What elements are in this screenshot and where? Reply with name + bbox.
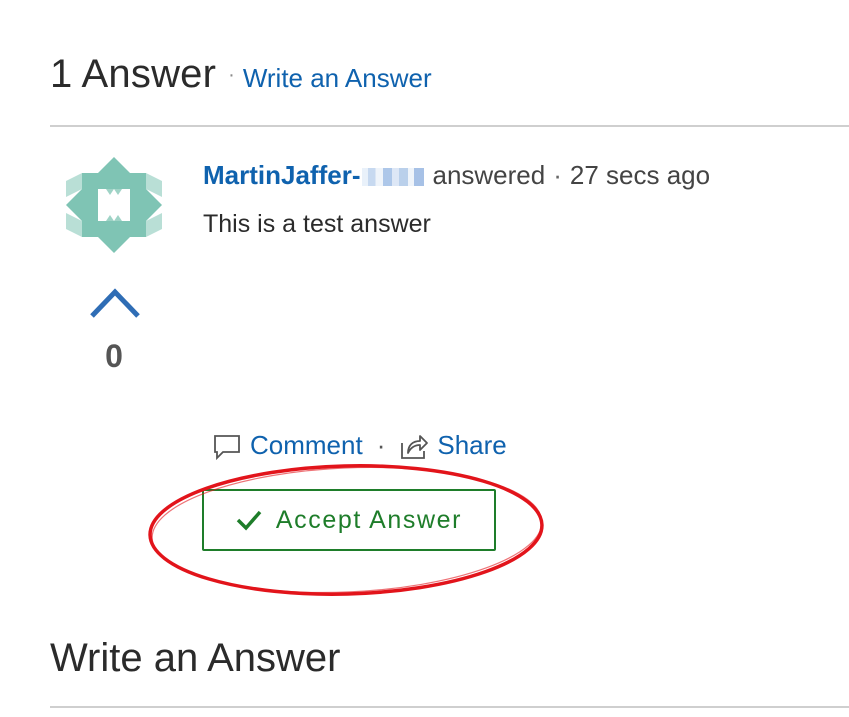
comment-icon[interactable] bbox=[212, 431, 242, 461]
avatar[interactable] bbox=[66, 157, 162, 253]
answered-label: answered bbox=[432, 160, 546, 190]
share-link[interactable]: Share bbox=[437, 430, 506, 461]
meta-separator: · bbox=[553, 160, 562, 190]
header-separator: · bbox=[228, 64, 235, 86]
upvote-chevron-icon[interactable] bbox=[89, 286, 141, 320]
share-icon[interactable] bbox=[399, 431, 429, 461]
write-answer-link[interactable]: Write an Answer bbox=[243, 63, 432, 94]
checkmark-icon bbox=[236, 510, 262, 531]
answers-count-heading: 1 Answer bbox=[50, 52, 217, 96]
accept-answer-label: Accept Answer bbox=[275, 505, 463, 534]
author-name-redacted bbox=[362, 167, 425, 186]
answers-header: 1 Answer · Write an Answer bbox=[50, 52, 432, 97]
author-name-link[interactable]: MartinJaffer- bbox=[203, 160, 360, 191]
write-section-divider bbox=[50, 706, 849, 708]
comment-link[interactable]: Comment bbox=[250, 430, 363, 461]
answer-actions: Comment · Share bbox=[212, 430, 507, 461]
header-divider bbox=[50, 125, 849, 127]
accept-answer-button[interactable]: Accept Answer bbox=[202, 489, 496, 551]
answer-meta: MartinJaffer- answered · 27 secs ago bbox=[203, 160, 710, 191]
write-answer-heading: Write an Answer bbox=[50, 636, 341, 680]
answer-body-text: This is a test answer bbox=[203, 210, 431, 238]
vote-count: 0 bbox=[105, 338, 123, 374]
actions-separator: · bbox=[376, 430, 386, 460]
answer-timestamp: 27 secs ago bbox=[569, 160, 711, 190]
